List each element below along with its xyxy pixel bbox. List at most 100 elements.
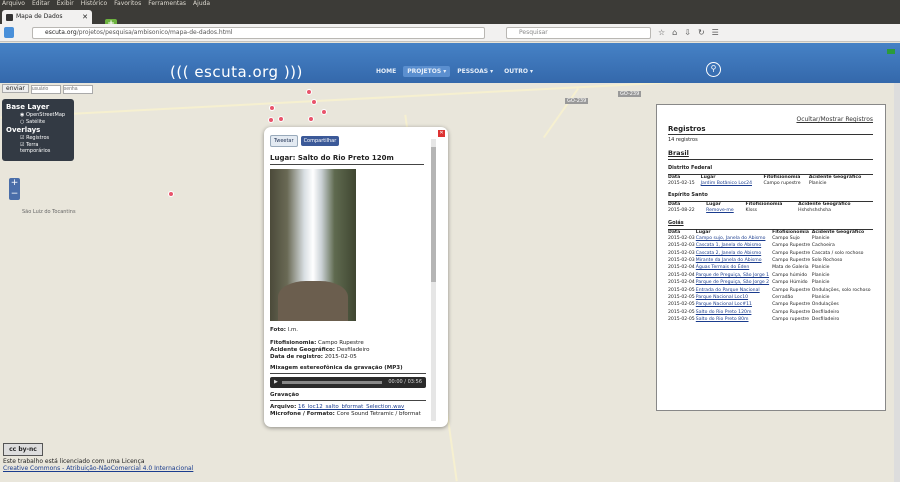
submit-button[interactable]: enviar [2, 84, 29, 93]
table-cell: Cascata / solo rochoso [811, 250, 864, 256]
arquivo-link[interactable]: 16_loc12_salto_bformat_Selection.wav [298, 404, 404, 410]
table-cell: Solo Rochoso [811, 258, 843, 264]
player-time: 00:00 / 03:56 [388, 379, 422, 385]
scrollbar-thumb[interactable] [431, 147, 436, 282]
overlay-terra[interactable]: ☑ Terra temporários [20, 142, 70, 154]
table-cell: 2015-08-22 [668, 208, 695, 214]
facebook-share-button[interactable]: Compartilhar [300, 136, 340, 146]
license-link[interactable]: Creative Commons - Atribuição-NãoComerci… [3, 465, 193, 472]
map-marker[interactable] [278, 116, 284, 122]
tab-title: Mapa de Dados [16, 13, 63, 20]
username-field[interactable] [30, 84, 61, 94]
close-tab-icon[interactable]: ✕ [82, 10, 88, 24]
arquivo-line: Arquivo: 16_loc12_salto_bformat_Selectio… [270, 404, 426, 411]
place-link[interactable]: Parque Nacional Loc10 [696, 294, 772, 301]
place-link[interactable]: Campo sujo, Janela do Abismo [696, 235, 772, 242]
toggle-registros-link[interactable]: Ocultar/Mostrar Registros [796, 116, 873, 123]
site-search-icon[interactable]: ⚲ [706, 62, 721, 77]
map-marker[interactable] [321, 109, 327, 115]
place-link[interactable]: Parque de Preguiça, São Jorge 1 [696, 272, 772, 279]
close-popup-icon[interactable]: ✕ [438, 130, 445, 137]
overlay-label: Terra temporários [20, 142, 51, 154]
country-title: Brasil [668, 149, 873, 160]
brazil-flag-icon[interactable] [887, 49, 895, 54]
value: Campo Rupestre [318, 340, 364, 346]
place-link[interactable]: Parque de Preguiça, São Jorge 2 [696, 279, 772, 286]
page-scrollbar[interactable] [894, 83, 900, 482]
progress-bar[interactable] [282, 381, 382, 384]
place-link[interactable]: Cascata 2, Janela do Abismo [696, 250, 772, 257]
table-cell: Mata de Galeria [772, 265, 809, 271]
menu-item[interactable]: Favoritos [114, 0, 141, 7]
layer-option-satelite[interactable]: ○ Satélite [20, 119, 70, 125]
overlay-registros[interactable]: ☑ Registros [20, 135, 70, 141]
menu-item[interactable]: Ferramentas [148, 0, 186, 7]
label: Microfone / Formato: [270, 411, 335, 417]
search-input[interactable]: Pesquisar [506, 27, 651, 39]
toolbar-icons[interactable]: ☆⌂⇩↻☰ [658, 27, 726, 39]
map-label-road: GO-239 [618, 91, 642, 97]
gravacao-title: Gravação [270, 392, 426, 401]
map-marker[interactable] [306, 89, 312, 95]
map-marker[interactable] [268, 117, 274, 123]
table-row: 2015-02-03 Cascata 2, Janela do Abismo Cam… [668, 250, 873, 257]
place-link[interactable]: Entrada do Parque Nacional [696, 287, 772, 294]
registros-title: Registros [668, 125, 873, 135]
menu-item[interactable]: Editar [32, 0, 50, 7]
value: Desfiladeiro [336, 347, 370, 353]
map-label-road: GO-239 [565, 98, 589, 104]
table-cell: Campo Rupestre [772, 250, 811, 256]
table-cell: Planície [811, 265, 830, 271]
layer-option-osm[interactable]: ◉ OpenStreetMap [20, 112, 70, 118]
place-link[interactable]: Jardim Botânico Loc24 [701, 180, 764, 187]
license-footer: cc by-nc Este trabalho está licenciado c… [3, 443, 193, 472]
nav-pessoas[interactable]: PESSOAS ▾ [453, 66, 497, 77]
tab-mapa-de-dados[interactable]: Mapa de Dados ✕ [2, 10, 92, 24]
back-icon[interactable] [4, 27, 14, 38]
table-cell: Planície [811, 280, 830, 286]
place-link[interactable]: Águas Termais do Éden [696, 264, 772, 271]
table-row: 2015-02-05 Parque Nacional Loc10 Cerradão P… [668, 294, 873, 301]
nav-home[interactable]: HOME [372, 66, 400, 77]
nav-outro[interactable]: OUTRO ▾ [500, 66, 537, 77]
map-marker[interactable] [311, 99, 317, 105]
tweet-button[interactable]: Tweetar [270, 135, 298, 147]
map-marker[interactable] [168, 191, 174, 197]
map-marker[interactable] [269, 105, 275, 111]
zoom-in-button[interactable]: + [9, 178, 20, 189]
map-marker[interactable] [308, 116, 314, 122]
place-link[interactable]: Remove-me [706, 207, 745, 214]
menu-item[interactable]: Histórico [81, 0, 107, 7]
table-row: 2015-02-03 Cascata 1, Janela do Abismo Cam… [668, 242, 873, 249]
menu-item[interactable]: Arquivo [2, 0, 25, 7]
table-cell: Planície [808, 181, 827, 186]
zoom-out-button[interactable]: − [9, 189, 20, 200]
place-link[interactable]: Salto do Rio Preto 80m [696, 316, 772, 323]
table-row: 2015-02-05 Parque Nacional Loc#11 Campo Ru… [668, 301, 873, 308]
place-link[interactable]: Salto do Rio Preto 120m [696, 309, 772, 316]
url-path: /projetos/pesquisa/ambisonico/mapa-de-da… [76, 29, 233, 36]
place-link[interactable]: Mirante da Janela do Abismo [696, 257, 772, 264]
url-bar[interactable]: escuta.org/projetos/pesquisa/ambisonico/… [32, 27, 485, 39]
popup-scrollbar[interactable] [431, 139, 436, 421]
audio-player[interactable]: ▶ 00:00 / 03:56 [270, 377, 426, 388]
place-link[interactable]: Cascata 1, Janela do Abismo [696, 242, 772, 249]
cc-license-badge[interactable]: cc by-nc [3, 443, 43, 456]
table-cell: Cachoeira [811, 243, 835, 249]
menu-item[interactable]: Exibir [57, 0, 74, 7]
menu-item[interactable]: Ajuda [193, 0, 210, 7]
login-form: enviar [2, 84, 95, 94]
os-menubar: Arquivo Editar Exibir Histórico Favoritos Fer… [0, 0, 900, 8]
table-cell: Campo rupestre [763, 181, 801, 186]
password-field[interactable] [62, 84, 93, 94]
site-logo[interactable]: ((( escuta.org ))) [170, 63, 303, 81]
nav-projetos[interactable]: PROJETOS ▾ [403, 66, 451, 77]
table-row: 2015-02-04 Parque de Preguiça, São Jorge … [668, 279, 873, 286]
table-cell: 2015-02-03 [668, 243, 695, 249]
table-cell: Hshshshshsha [798, 208, 831, 214]
registros-table: Data Lugar Fitofisionomia Acidente Geográfi… [668, 175, 873, 187]
place-link[interactable]: Parque Nacional Loc#11 [696, 301, 772, 308]
table-cell: Campo Húmido [772, 280, 808, 286]
goias-table: Data Lugar Fitofisionomia Acidente Geográfi… [668, 230, 873, 324]
map-label-city: São Luiz do Tocantins [22, 209, 76, 215]
